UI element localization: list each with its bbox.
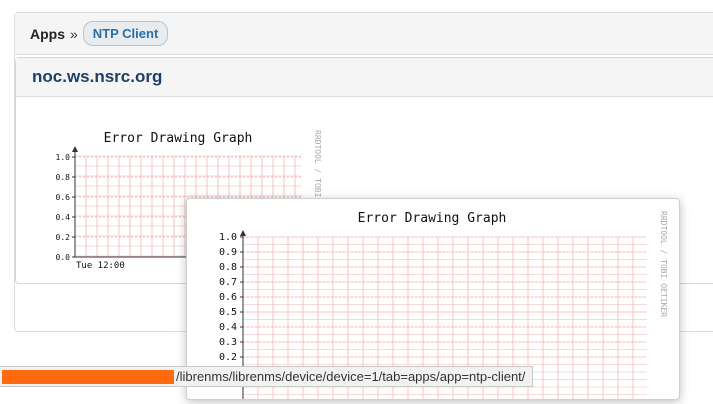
graph-small-axis-arrow [72,146,78,152]
device-heading: noc.ws.nsrc.org [16,58,713,97]
graph-large-y-tick-label: 0.5 [219,307,237,318]
graph-large-title: Error Drawing Graph [358,211,507,226]
graph-large-side-text: RRDTOOL / TOBI OETIKER [659,211,668,317]
graph-small-y-ticks: 1.0 0.8 0.6 0.4 0.2 0.0 [56,153,75,262]
graph-small-title: Error Drawing Graph [104,131,253,146]
breadcrumb-current-app[interactable]: NTP Client [82,21,169,46]
breadcrumb-apps[interactable]: Apps [30,26,65,42]
graph-large-y-tick-label: 0.2 [219,352,237,363]
graph-large-y-ticks: 1.0 0.9 0.8 0.7 0.6 0.5 0.4 0.3 0.2 [219,232,243,363]
graph-small-side-text: RRDTOOL / TOBI [313,130,322,198]
redacted-host [2,369,174,384]
device-hostname-link[interactable]: noc.ws.nsrc.org [32,67,162,87]
graph-small-y-tick-label: 0.8 [56,173,71,182]
breadcrumb-separator: » [70,25,78,42]
graph-small-x-label: Tue 12:00 [76,261,125,270]
status-url: /librenms/librenms/device/device=1/tab=a… [176,369,526,384]
graph-large-y-tick-label: 0.9 [219,247,237,258]
graph-large-y-tick-label: 0.6 [219,292,237,303]
graph-small-y-tick-label: 0.6 [56,193,71,202]
graph-small-y-tick-label: 0.4 [56,213,71,222]
graph-large-y-tick-label: 0.3 [219,337,237,348]
graph-small-y-tick-label: 0.2 [56,233,71,242]
breadcrumb: Apps » NTP Client [15,13,713,55]
graph-small-y-tick-label: 1.0 [56,153,71,162]
graph-small-y-tick-label: 0.0 [56,253,71,262]
graph-large-y-tick-label: 0.4 [219,322,237,333]
graph-large-y-tick-label: 0.7 [219,277,237,288]
graph-large-axis-arrow [240,230,246,236]
graph-large-y-tick-label: 1.0 [219,232,237,243]
graph-large-y-tick-label: 0.8 [219,262,237,273]
browser-status-bar: /librenms/librenms/device/device=1/tab=a… [0,366,533,387]
